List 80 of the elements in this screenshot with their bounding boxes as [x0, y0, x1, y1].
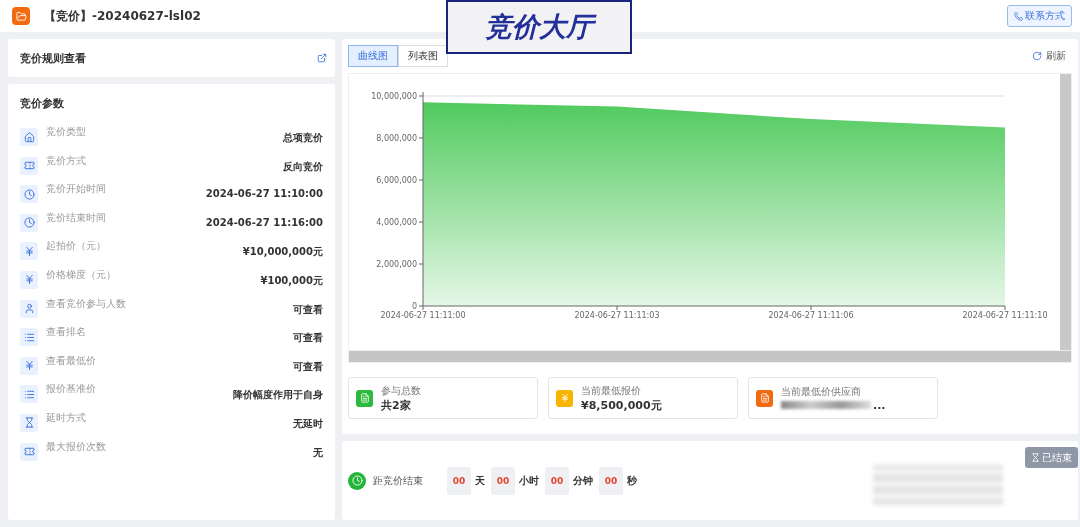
stat-value: ¥8,500,000元 [581, 397, 662, 413]
page-title: 【竞价】-20240627-lsl02 [44, 7, 202, 25]
x-tick-label: 2024-06-27 11:11:10 [962, 311, 1048, 320]
param-label: 延时方式 [46, 410, 87, 425]
card-title: 竞价规则查看 [20, 50, 86, 66]
countdown-number: 00 [447, 466, 471, 495]
x-tick-label: 2024-06-27 11:11:03 [574, 311, 660, 320]
param-value: 2024-06-27 11:16:00 [205, 216, 323, 228]
param-value: ¥10,000,000元 [242, 245, 323, 260]
horizontal-scrollbar[interactable] [349, 350, 1071, 362]
stat-label: 当前最低报价 [581, 383, 642, 398]
list-icon [23, 388, 35, 400]
x-tick-label: 2024-06-27 11:11:00 [380, 311, 466, 320]
hourglass-icon [1031, 453, 1040, 462]
countdown-number: 00 [491, 466, 515, 495]
yen-icon [23, 360, 35, 372]
param-label: 报价基准价 [46, 382, 97, 397]
card-title: 竞价参数 [20, 96, 65, 111]
countdown-number: 00 [545, 466, 569, 495]
vertical-scrollbar[interactable] [1060, 74, 1071, 350]
clock-icon [23, 217, 35, 229]
external-link-icon[interactable] [317, 53, 327, 63]
param-label: 竞价类型 [46, 125, 87, 139]
y-tick-label: 8,000,000 [376, 134, 417, 143]
y-tick-label: 10,000,000 [371, 92, 417, 101]
ticket-icon [23, 446, 35, 458]
param-label: 起拍价（元） [46, 239, 107, 254]
param-value: 2024-06-27 11:10:00 [205, 188, 323, 200]
yen-icon [23, 245, 35, 257]
param-label: 竞价方式 [46, 153, 87, 168]
param-value: 无 [313, 445, 323, 460]
param-label: 查看竞价参与人数 [46, 296, 127, 311]
stat-label: 参与总数 [381, 383, 421, 398]
param-value: 可查看 [293, 331, 323, 346]
clock-icon [23, 188, 35, 200]
ticket-icon [23, 160, 35, 172]
countdown-unit: 小时 [519, 473, 539, 488]
app-icon [12, 7, 30, 25]
param-label: 竞价结束时间 [46, 210, 107, 225]
param-value: 可查看 [293, 359, 323, 374]
param-value: 无延时 [293, 416, 323, 431]
x-tick-label: 2024-06-27 11:11:06 [768, 311, 854, 320]
y-tick-label: 0 [411, 302, 417, 311]
phone-icon [1014, 11, 1023, 21]
param-value: ¥100,000元 [260, 273, 323, 288]
refresh-button[interactable]: 刷新 [1026, 48, 1072, 64]
overlay-title: 竞价大厅 [446, 0, 632, 54]
countdown-unit: 秒 [627, 473, 637, 488]
y-tick-label: 2,000,000 [376, 260, 417, 269]
y-tick-label: 6,000,000 [376, 176, 417, 185]
view-tab[interactable]: 曲线图 [348, 45, 398, 67]
yen-icon [559, 393, 570, 403]
stat-value: ... [873, 398, 886, 412]
param-label: 价格梯度（元） [46, 267, 117, 282]
yen-icon [23, 274, 35, 286]
stat-value: 共2家 [381, 397, 411, 413]
param-label: 查看最低价 [46, 353, 97, 368]
view-tab[interactable]: 列表图 [398, 45, 448, 67]
user-icon [23, 303, 35, 315]
param-value: 总项竞价 [283, 131, 323, 145]
param-label: 竞价开始时间 [46, 182, 107, 197]
hourglass-icon [23, 417, 35, 429]
countdown-unit: 分钟 [573, 473, 593, 488]
countdown-number: 00 [599, 466, 623, 495]
param-value: 反向竞价 [283, 159, 323, 174]
param-label: 最大报价次数 [46, 439, 107, 454]
param-value: 降价幅度作用于自身 [233, 388, 323, 403]
refresh-icon [1032, 51, 1042, 61]
y-tick-label: 4,000,000 [376, 218, 417, 227]
list-icon [23, 331, 35, 343]
param-label: 查看排名 [46, 325, 87, 340]
document-icon [359, 393, 370, 403]
stat-label: 当前最低价供应商 [781, 384, 862, 399]
countdown-label: 距竞价结束 [373, 473, 423, 488]
countdown-unit: 天 [475, 473, 485, 488]
clock-icon [348, 471, 366, 490]
contact-button[interactable]: 联系方式 [1007, 5, 1072, 27]
rules-card[interactable]: 竞价规则查看 [8, 39, 335, 77]
param-value: 可查看 [293, 302, 323, 317]
document-icon [759, 393, 770, 403]
